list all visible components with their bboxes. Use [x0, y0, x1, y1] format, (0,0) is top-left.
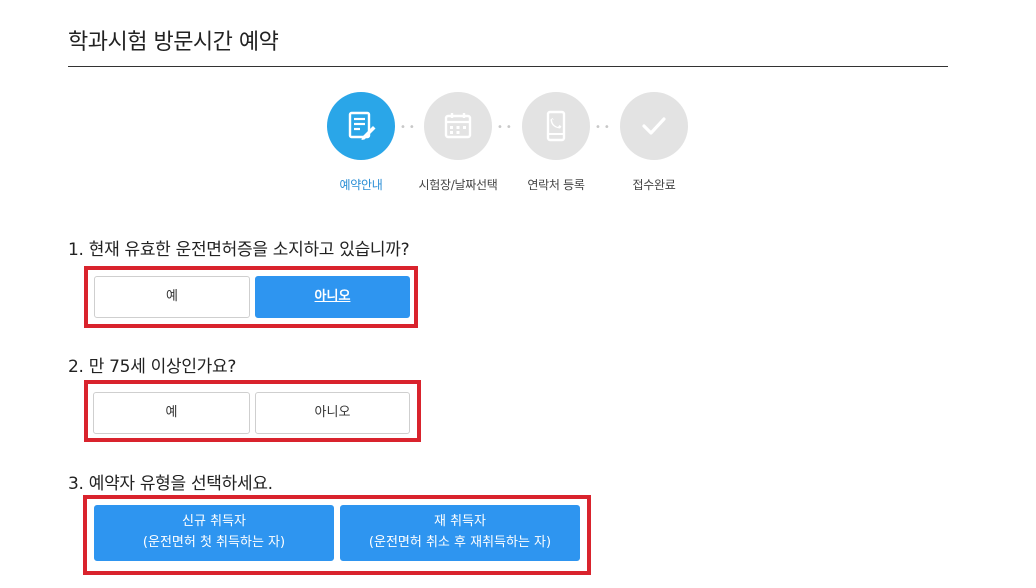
question-1-options: 예 아니오 [84, 266, 418, 328]
progress-steps: 예약안내 •• 시험장/날짜선택 •• 연락처 등록 •• 접수완료 [0, 92, 1036, 202]
page-title: 학과시험 방문시간 예약 [68, 30, 279, 55]
check-icon [642, 117, 666, 135]
q1-no-button[interactable]: 아니오 [255, 276, 410, 318]
question-1: 1. 현재 유효한 운전면허증을 소지하고 있습니까? [68, 240, 410, 260]
reacquire-applicant-desc: (운전면허 취소 후 재취득하는 자) [368, 535, 552, 550]
phone-icon [546, 110, 566, 142]
question-2-options: 예 아니오 [84, 380, 421, 442]
step-label: 예약안내 [339, 178, 383, 192]
step-circle [620, 92, 688, 160]
question-3-options: 신규 취득자 (운전면허 첫 취득하는 자) 재 취득자 (운전면허 취소 후 … [83, 495, 591, 575]
step-contact: 연락처 등록 [506, 92, 606, 193]
step-label: 시험장/날짜선택 [418, 178, 498, 192]
q2-no-button[interactable]: 아니오 [255, 392, 410, 434]
reacquire-applicant-button[interactable]: 재 취득자 (운전면허 취소 후 재취득하는 자) [340, 505, 580, 561]
new-applicant-desc: (운전면허 첫 취득하는 자) [142, 535, 286, 550]
step-circle [522, 92, 590, 160]
step-reservation-info: 예약안내 [311, 92, 411, 193]
step-exam-site-date: 시험장/날짜선택 [408, 92, 508, 193]
calendar-icon [444, 113, 472, 139]
q1-yes-button[interactable]: 예 [94, 276, 250, 318]
reacquire-applicant-title: 재 취득자 [434, 514, 486, 530]
step-label: 접수완료 [632, 178, 676, 192]
new-applicant-title: 신규 취득자 [182, 514, 246, 530]
step-complete: 접수완료 [604, 92, 704, 193]
q2-yes-button[interactable]: 예 [93, 392, 250, 434]
title-divider [68, 66, 948, 67]
step-label: 연락처 등록 [527, 178, 585, 192]
step-circle [424, 92, 492, 160]
step-circle [327, 92, 395, 160]
question-2: 2. 만 75세 이상인가요? [68, 357, 237, 377]
question-3: 3. 예약자 유형을 선택하세요. [68, 474, 273, 494]
document-edit-icon [348, 111, 376, 140]
new-applicant-button[interactable]: 신규 취득자 (운전면허 첫 취득하는 자) [94, 505, 334, 561]
